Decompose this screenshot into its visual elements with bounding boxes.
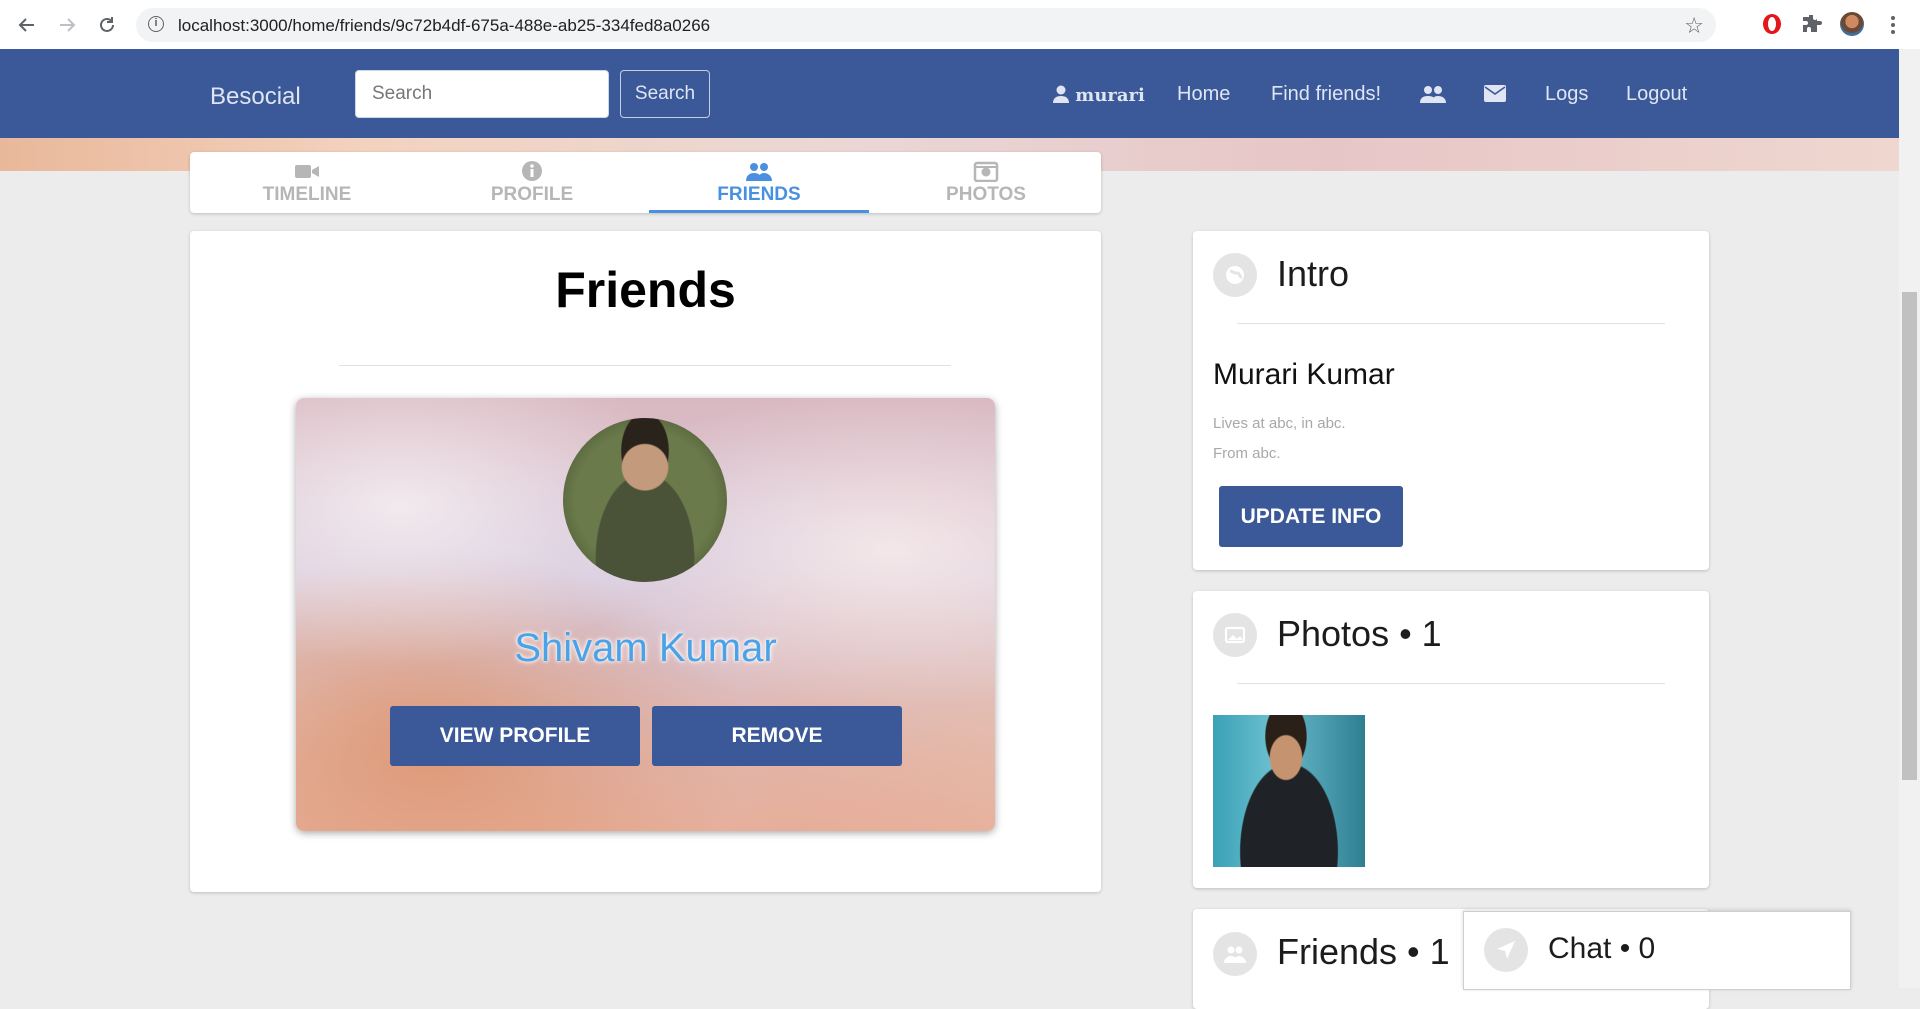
intro-lives: Lives at abc, in abc.: [1213, 415, 1346, 432]
remove-friend-button[interactable]: REMOVE: [652, 706, 902, 766]
users-icon: [746, 163, 772, 181]
intro-title: Intro: [1277, 253, 1350, 294]
divider: [339, 365, 951, 366]
opera-extension-icon[interactable]: [1760, 12, 1784, 36]
photos-card: Photos • 1: [1193, 591, 1709, 888]
update-info-button[interactable]: UPDATE INFO: [1219, 486, 1403, 547]
nav-logs-link[interactable]: Logs: [1545, 83, 1588, 106]
tab-photos[interactable]: PHOTOS: [876, 152, 1096, 213]
nav-logout-link[interactable]: Logout: [1626, 83, 1687, 106]
photo-thumbnail[interactable]: [1213, 715, 1365, 867]
nav-user-link[interactable]: murari: [1053, 85, 1145, 106]
reload-icon[interactable]: [92, 10, 122, 40]
extensions-puzzle-icon[interactable]: [1800, 12, 1824, 36]
scrollbar-thumb[interactable]: [1902, 292, 1917, 780]
chat-label: Chat • 0: [1548, 932, 1656, 965]
friends-panel: Friends Shivam Kumar VIEW PROFILE REMOVE: [190, 231, 1101, 892]
intro-name: Murari Kumar: [1213, 358, 1395, 391]
messages-envelope-icon[interactable]: [1484, 85, 1506, 108]
intro-card: Intro Murari Kumar Lives at abc, in abc.…: [1193, 231, 1709, 570]
browser-menu-icon[interactable]: [1878, 10, 1908, 40]
view-profile-button[interactable]: VIEW PROFILE: [390, 706, 640, 766]
profile-tabs: TIMELINE PROFILE FRIENDS PHOTOS: [190, 152, 1101, 213]
location-arrow-icon: [1484, 928, 1528, 972]
friend-avatar[interactable]: [563, 418, 727, 582]
camera-icon: [973, 161, 999, 182]
video-icon: [295, 165, 319, 178]
friend-requests-icon[interactable]: [1420, 85, 1446, 109]
tab-label: PHOTOS: [946, 184, 1026, 205]
site-info-icon[interactable]: i: [148, 16, 164, 32]
user-icon: [1053, 85, 1069, 103]
info-icon: [522, 161, 542, 181]
divider: [1237, 323, 1665, 324]
image-icon: [1213, 613, 1257, 657]
search-button[interactable]: Search: [620, 70, 710, 118]
tab-timeline[interactable]: TIMELINE: [197, 152, 417, 213]
tab-friends[interactable]: FRIENDS: [649, 152, 869, 213]
nav-home-link[interactable]: Home: [1177, 83, 1230, 106]
url-text: localhost:3000/home/friends/9c72b4df-675…: [178, 16, 711, 35]
photos-title: Photos • 1: [1277, 613, 1442, 654]
friends-heading: Friends: [555, 262, 736, 318]
intro-from: From abc.: [1213, 445, 1281, 462]
tab-profile[interactable]: PROFILE: [422, 152, 642, 213]
friend-card: Shivam Kumar VIEW PROFILE REMOVE: [296, 398, 995, 831]
profile-avatar-icon[interactable]: [1840, 12, 1864, 36]
brand-logo[interactable]: Besocial: [210, 83, 301, 111]
back-icon[interactable]: [12, 10, 42, 40]
friends-sidebar-title: Friends • 1: [1277, 931, 1450, 972]
bookmark-star-icon[interactable]: ☆: [1684, 13, 1704, 39]
friend-name[interactable]: Shivam Kumar: [296, 626, 995, 671]
nav-find-friends-link[interactable]: Find friends!: [1271, 83, 1381, 106]
tab-label: PROFILE: [490, 184, 574, 205]
chat-box[interactable]: Chat • 0: [1463, 911, 1851, 990]
forward-icon[interactable]: [52, 10, 82, 40]
globe-icon: [1213, 253, 1257, 297]
search-input[interactable]: Search: [355, 70, 609, 118]
address-bar[interactable]: i localhost:3000/home/friends/9c72b4df-6…: [136, 8, 1716, 42]
site-navbar: Besocial Search Search murari Home Find …: [0, 49, 1899, 138]
nav-username: murari: [1075, 85, 1145, 106]
users-icon: [1213, 932, 1257, 976]
divider: [1237, 683, 1665, 684]
tab-label: FRIENDS: [717, 184, 801, 205]
browser-toolbar: i localhost:3000/home/friends/9c72b4df-6…: [0, 0, 1920, 50]
tab-label: TIMELINE: [262, 184, 352, 205]
